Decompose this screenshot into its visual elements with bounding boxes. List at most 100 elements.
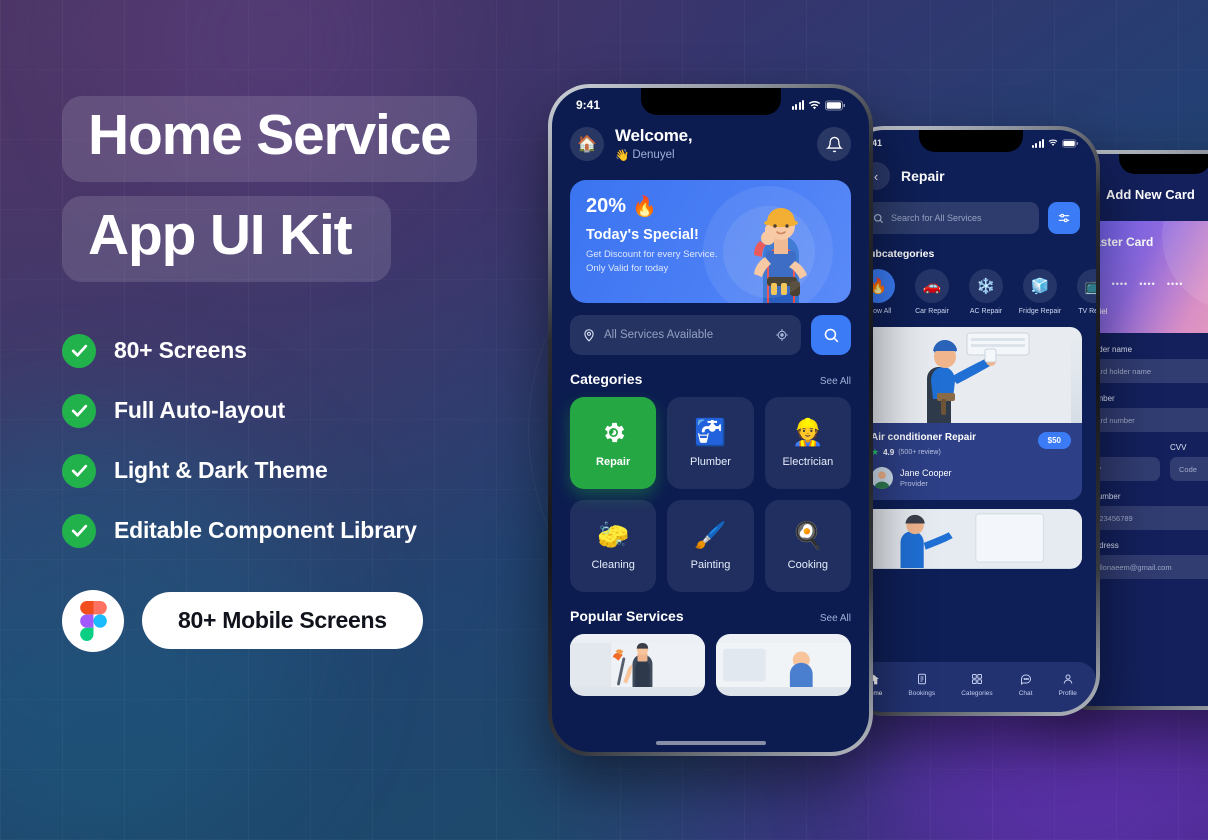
location-row: All Services Available [552,303,869,355]
service-rating: ★ 4.9 (500+ review) [871,447,1071,458]
service-card-next[interactable] [860,509,1082,569]
sliders-icon [1058,213,1070,223]
nav-item-profile[interactable]: Profile [1058,672,1077,697]
check-icon [62,333,96,368]
faucet-icon: 🚰 [694,417,727,447]
card-digits: •••• •••• •••• •••• [1084,279,1208,289]
field-placeholder: Code [1179,464,1197,474]
search-button[interactable] [811,315,851,355]
promo-percent: 20% [586,195,627,217]
digit-group: •••• [1111,279,1129,289]
section-title: Popular Services [570,608,684,624]
electrician-icon: 👷 [791,417,825,447]
popular-services-list [552,634,869,696]
promo-background: Home Service App UI Kit 80+ Screens Full… [0,0,1208,840]
category-label: Electrician [782,456,834,468]
nav-item-categories[interactable]: Categories [961,672,993,697]
promo-banner[interactable]: 20% 🔥 Today's Special! Get Discount for … [570,180,851,303]
status-bar: 9:41 [552,88,869,112]
technician-illustration [860,510,1082,568]
filter-button[interactable] [1048,202,1080,234]
username: Denuyel [632,149,675,161]
see-all-link[interactable]: See All [820,376,851,387]
bell-icon[interactable] [817,127,851,161]
service-image [860,327,1082,423]
nav-label: Categories [961,689,993,697]
check-icon [62,453,96,488]
fire-icon: 🔥 [632,196,657,218]
category-label: Repair [596,456,631,468]
feature-label: Light & Dark Theme [114,457,328,484]
crosshair-icon [776,329,788,341]
nav-label: Bookings [908,689,936,697]
repair-screen: 9:41 ‹ Repair Search for All Services Su… [846,130,1096,712]
nav-item-chat[interactable]: Chat [1018,672,1033,697]
category-item-plumber[interactable]: 🚰 Plumber [667,397,754,489]
feature-item: Full Auto-layout [62,393,532,428]
category-item-electrician[interactable]: 👷 Electrician [764,397,851,489]
check-icon [62,393,96,428]
service-price-badge: $50 [1037,432,1071,449]
status-bar: 9:41 [846,130,1096,148]
subcategory-label: Fridge Repair [1018,308,1062,315]
signal-icon [1031,138,1044,148]
location-pin-icon [584,329,594,342]
nav-label: Profile [1058,689,1077,697]
subcategory-label: AC Repair [969,308,1003,315]
subcategory-item-car-repair[interactable]: 🚗 Car Repair [910,269,954,315]
subcategory-item-tv-repair[interactable]: 📺 TV Repair [1072,269,1096,315]
review-count: (500+ review) [898,449,941,456]
location-input[interactable]: All Services Available [570,315,801,355]
status-icons [1031,138,1078,148]
popular-service-card[interactable] [570,634,705,696]
cooking-icon: 🍳 [791,520,825,550]
feature-label: 80+ Screens [114,337,247,364]
category-item-painting[interactable]: 🖌️ Painting [667,500,754,592]
popular-section-header: Popular Services See All [552,592,869,634]
category-grid: Repair 🚰 Plumber 👷 Electrician 🧽 Cleanin… [552,397,869,592]
popular-service-card[interactable] [716,634,851,696]
wifi-icon [1048,139,1058,146]
promo-subtitle: Get Discount for every Service. Only Val… [586,249,718,274]
home-icon[interactable]: 🏠 [570,127,604,161]
user-icon [1058,672,1076,687]
search-input[interactable]: Search for All Services [862,202,1039,234]
welcome-text: Welcome, [615,126,693,145]
category-label: Cooking [787,559,828,571]
subcategory-item-ac-repair[interactable]: ❄️ AC Repair [964,269,1008,315]
bottom-navigation: Home Bookings Categories Chat Profile [846,662,1096,712]
subcategory-list: 🔥 Show All 🚗 Car Repair ❄️ AC Repair 🧊 F… [846,269,1096,315]
digit-group: •••• [1166,279,1184,289]
card-holder-name: Jabriel [1084,307,1208,316]
category-label: Plumber [690,456,731,468]
service-card[interactable]: $50 Air conditioner Repair ★ 4.9 (500+ r… [860,327,1082,500]
cvv-field[interactable]: Code [1170,457,1208,481]
battery-icon [825,100,845,110]
chat-icon [1019,672,1033,687]
worker-illustration [754,208,807,303]
service-provider: Jane Cooper Provider [871,467,1071,489]
wifi-icon [808,100,821,109]
provider-info: Jane Cooper Provider [900,468,952,488]
category-item-repair[interactable]: Repair [570,397,657,489]
feature-label: Editable Component Library [114,517,417,544]
category-item-cleaning[interactable]: 🧽 Cleaning [570,500,657,592]
page-title-line2: App UI Kit [88,202,353,267]
category-item-cooking[interactable]: 🍳 Cooking [764,500,851,592]
card-brand: Master Card [1084,235,1154,249]
figma-badge-row: 80+ Mobile Screens [62,589,532,652]
subcategory-item-fridge-repair[interactable]: 🧊 Fridge Repair [1018,269,1062,315]
nav-label: Chat [1018,689,1033,697]
section-title: Categories [570,371,643,387]
welcome-block: Welcome, 👋 Denuyel [615,126,806,162]
figma-icon [62,589,124,652]
field-label-cvv: CVV [1170,443,1187,452]
category-label: Cleaning [591,559,635,571]
nav-item-bookings[interactable]: Bookings [908,672,935,697]
see-all-link[interactable]: See All [820,613,851,624]
search-icon [824,328,838,342]
feature-item: 80+ Screens [62,333,532,368]
feature-label: Full Auto-layout [114,397,285,424]
categories-section-header: Categories See All [552,355,869,397]
provider-name: Jane Cooper [900,468,952,478]
